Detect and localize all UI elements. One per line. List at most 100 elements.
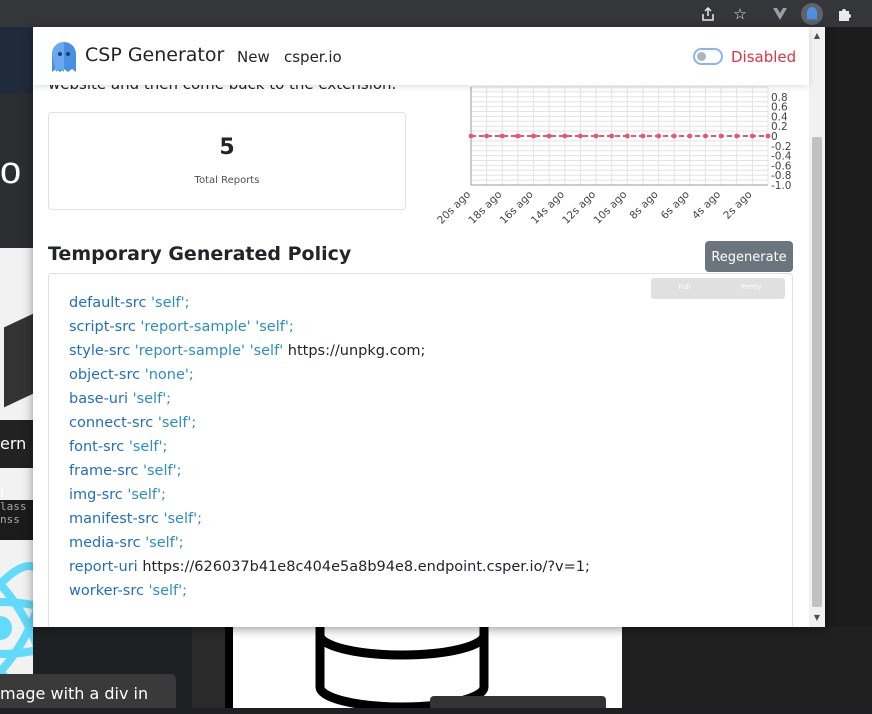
scroll-up-icon[interactable]: ▲: [809, 29, 825, 43]
chart-xtick-label: 18s ago: [466, 189, 504, 227]
policy-directive: script-src: [69, 319, 136, 335]
background-card-area: ern i lass nss: [0, 248, 33, 708]
chart-data-point: [499, 133, 505, 139]
regenerate-button[interactable]: Regenerate: [705, 241, 793, 272]
chart-data-point: [734, 133, 740, 139]
chart-data-point: [749, 133, 755, 139]
policy-directive: frame-src: [69, 463, 139, 479]
policy-keywords: 'self';: [157, 415, 197, 431]
policy-directive: report-uri: [69, 559, 138, 575]
policy-keywords: 'self';: [151, 295, 190, 311]
policy-keywords: 'self';: [128, 439, 168, 455]
nav-new-link[interactable]: New: [237, 48, 270, 66]
total-reports-card: 5 Total Reports: [48, 112, 406, 210]
policy-lines: default-src 'self'; script-src 'report-sa…: [69, 295, 590, 607]
policy-line: report-uri https://626037b41e8c404e5a8b9…: [69, 559, 590, 583]
chart-data-point: [656, 133, 661, 139]
chart-data-point: [640, 133, 646, 139]
background-button: [430, 696, 606, 708]
brand-title[interactable]: CSP Generator: [85, 44, 224, 66]
policy-line: worker-src 'self';: [69, 583, 590, 607]
background-caption: mage with a div in: [0, 674, 176, 708]
policy-line: frame-src 'self';: [69, 463, 590, 487]
background-right-lower: [622, 627, 872, 708]
policy-line: default-src 'self';: [69, 295, 590, 319]
view-pretty-option[interactable]: Pretty: [718, 283, 785, 291]
policy-keywords: 'self';: [127, 487, 166, 503]
share-icon[interactable]: [697, 3, 719, 25]
toggle-knob: [697, 52, 706, 61]
chart-data-point: [562, 133, 568, 139]
background-label-fragment: ern i: [0, 420, 33, 501]
chart-data-point: [703, 133, 708, 139]
background-code-fragment: lass nss: [0, 500, 33, 540]
policy-directive: manifest-src: [69, 511, 159, 527]
policy-title: Temporary Generated Policy: [48, 243, 352, 265]
policy-line: script-src 'report-sample' 'self';: [69, 319, 590, 343]
policy-line: base-uri 'self';: [69, 391, 590, 415]
chart-data-point: [546, 133, 552, 139]
chart-xtick-label: 14s ago: [529, 189, 567, 227]
policy-directive: connect-src: [69, 415, 154, 431]
chart-xtick-label: 20s ago: [435, 189, 473, 227]
scroll-down-icon[interactable]: ▼: [809, 611, 825, 625]
extension-popup: CSP Generator New csper.io Disabled webs…: [33, 27, 825, 627]
chart-xtick-label: 8s ago: [627, 189, 660, 222]
policy-line: style-src 'report-sample' 'self' https:/…: [69, 343, 590, 367]
toggle-status-label: Disabled: [731, 48, 797, 66]
policy-keywords: 'none';: [144, 367, 194, 383]
chart-data-point: [671, 133, 677, 139]
policy-directive: media-src: [69, 535, 141, 551]
chart-data-point: [687, 133, 693, 139]
policy-source: https://626037b41e8c404e5a8b94e8.endpoin…: [142, 559, 590, 575]
chart-xtick-label: 2s ago: [721, 189, 754, 222]
ghost-logo-icon: [52, 42, 76, 72]
policy-keywords: 'self';: [143, 463, 182, 479]
bookmark-star-icon[interactable]: ☆: [729, 3, 751, 25]
view-mode-toggle: Full Pretty: [651, 278, 785, 299]
chart-xtick-label: 4s ago: [690, 189, 723, 222]
policy-line: object-src 'none';: [69, 367, 590, 391]
chart-data-point: [765, 133, 771, 139]
policy-directive: worker-src: [69, 583, 144, 599]
popup-scrollbar[interactable]: ▲ ▼: [809, 27, 825, 627]
policy-directive: base-uri: [69, 391, 128, 407]
view-full-option[interactable]: Full: [651, 283, 718, 291]
policy-line: img-src 'self';: [69, 487, 590, 511]
policy-directive: img-src: [69, 487, 123, 503]
total-reports-label: Total Reports: [194, 175, 260, 186]
reports-line-chart: -1.0-0.8-0.6-0.4-0.200.20.40.60.820s ago…: [435, 86, 792, 227]
total-reports-value: 5: [219, 135, 235, 160]
chart-ytick-label: 0.8: [771, 92, 788, 104]
background-heading-fragment: o: [0, 150, 22, 192]
policy-keywords: 'self';: [132, 391, 172, 407]
puzzle-icon[interactable]: [833, 3, 855, 25]
chart-xtick-label: 6s ago: [659, 189, 692, 222]
scroll-thumb[interactable]: [812, 137, 822, 607]
nav-csper-link[interactable]: csper.io: [284, 48, 342, 66]
policy-keywords: 'self';: [148, 583, 188, 599]
popup-navbar: CSP Generator New csper.io Disabled: [33, 27, 809, 85]
policy-directive: style-src: [69, 343, 131, 359]
browser-toolbar: ☆: [0, 0, 872, 27]
policy-keywords: 'report-sample' 'self';: [140, 319, 294, 335]
chart-data-point: [515, 133, 521, 139]
policy-box: Full Pretty default-src 'self'; script-sr…: [48, 273, 793, 627]
policy-source: https://unpkg.com;: [287, 343, 426, 359]
chart-data-point: [578, 133, 583, 139]
chart-data-point: [531, 133, 536, 139]
chart-data-point: [624, 133, 630, 139]
chart-xtick-label: 12s ago: [560, 189, 598, 227]
policy-line: font-src 'self';: [69, 439, 590, 463]
policy-line: media-src 'self';: [69, 535, 590, 559]
enable-toggle[interactable]: [693, 48, 723, 65]
csp-extension-icon[interactable]: [801, 3, 823, 25]
chart-data-point: [468, 133, 474, 139]
chart-data-point: [484, 133, 490, 139]
policy-line: connect-src 'self';: [69, 415, 590, 439]
chart-xtick-label: 16s ago: [498, 189, 536, 227]
policy-directive: object-src: [69, 367, 141, 383]
vue-devtools-icon[interactable]: [769, 3, 791, 25]
background-right-panel: [824, 27, 872, 708]
policy-keywords: 'self';: [145, 535, 184, 551]
